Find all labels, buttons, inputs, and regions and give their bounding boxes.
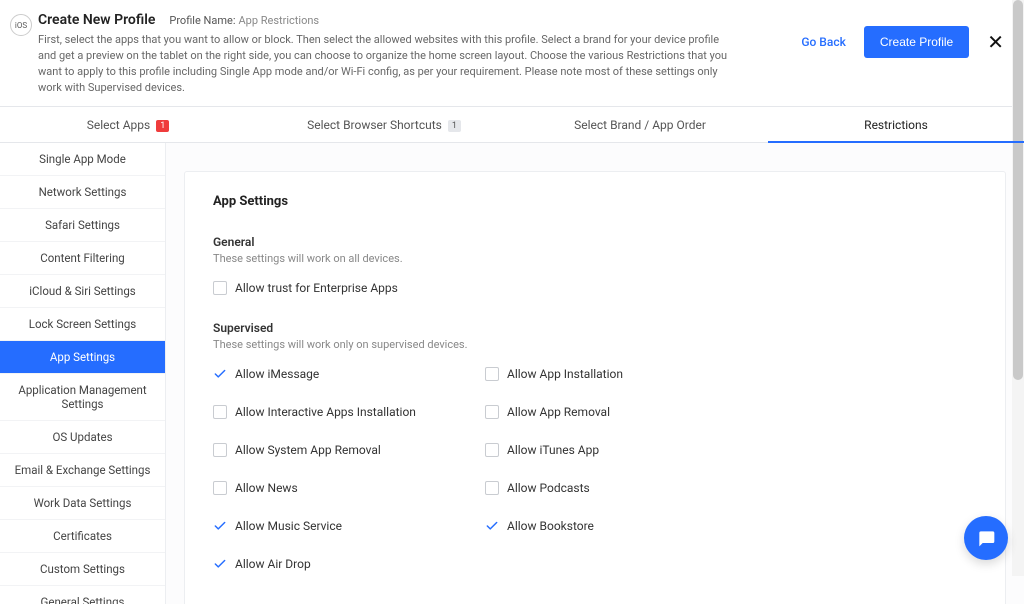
tab-badge: 1 (448, 120, 461, 132)
option-label: Allow iMessage (235, 367, 319, 381)
sidebar-item-network-settings[interactable]: Network Settings (0, 176, 165, 209)
sidebar-item-application-management-settings[interactable]: Application Management Settings (0, 374, 165, 421)
sidebar-item-email-exchange-settings[interactable]: Email & Exchange Settings (0, 454, 165, 487)
option-row: Allow iMessage Allow App Installation Allo… (213, 361, 977, 577)
tab-badge: 1 (156, 120, 169, 132)
checkbox-icon[interactable] (213, 281, 227, 295)
section-title: General (213, 235, 977, 249)
scrollbar-thumb[interactable] (1013, 0, 1023, 380)
tab-label: Select Apps (87, 118, 150, 132)
option-allow-news[interactable]: Allow News (213, 475, 473, 501)
option-row: Allow trust for Enterprise Apps (213, 275, 977, 301)
option-allow-imessage[interactable]: Allow iMessage (213, 361, 473, 387)
checkbox-icon[interactable] (485, 481, 499, 495)
option-label: Allow News (235, 481, 298, 495)
checkbox-icon[interactable] (213, 405, 227, 419)
page-title: Create New Profile (38, 12, 155, 28)
checkbox-icon[interactable] (213, 443, 227, 457)
sidebar-item-single-app-mode[interactable]: Single App Mode (0, 143, 165, 176)
sidebar-item-safari-settings[interactable]: Safari Settings (0, 209, 165, 242)
tab-select-apps[interactable]: Select Apps 1 (0, 107, 256, 142)
scrollbar-track[interactable] (1012, 0, 1024, 576)
option-allow-music-service[interactable]: Allow Music Service (213, 513, 473, 539)
section-subtitle: These settings will work on all devices. (213, 252, 977, 265)
checkbox-icon[interactable] (485, 405, 499, 419)
option-allow-bookstore[interactable]: Allow Bookstore (485, 513, 745, 539)
close-icon[interactable]: ✕ (987, 30, 1004, 54)
option-label: Allow App Removal (507, 405, 610, 419)
checkbox-icon[interactable] (485, 519, 499, 533)
sidebar-item-app-settings[interactable]: App Settings (0, 341, 165, 374)
option-allow-podcasts[interactable]: Allow Podcasts (485, 475, 745, 501)
checkbox-icon[interactable] (213, 557, 227, 571)
option-label: Allow App Installation (507, 367, 623, 381)
tab-restrictions[interactable]: Restrictions (768, 107, 1024, 142)
tab-select-browser-shortcuts[interactable]: Select Browser Shortcuts 1 (256, 107, 512, 142)
settings-panel: App Settings General These settings will … (184, 171, 1006, 604)
option-label: Allow trust for Enterprise Apps (235, 281, 398, 295)
content-area: App Settings General These settings will … (166, 143, 1024, 604)
sidebar-item-content-filtering[interactable]: Content Filtering (0, 242, 165, 275)
checkbox-icon[interactable] (485, 443, 499, 457)
tab-label: Restrictions (864, 118, 928, 132)
header: iOS Create New Profile Profile Name: App… (0, 0, 1024, 107)
sidebar-item-os-updates[interactable]: OS Updates (0, 421, 165, 454)
chat-bubble[interactable] (964, 516, 1008, 560)
tabs: Select Apps1Select Browser Shortcuts1Sel… (0, 107, 1024, 143)
sidebar-item-general-settings[interactable]: General Settings (0, 586, 165, 604)
profile-name-value: App Restrictions (239, 14, 320, 27)
option-label: Allow System App Removal (235, 443, 381, 457)
checkbox-icon[interactable] (213, 519, 227, 533)
option-label: Allow Podcasts (507, 481, 590, 495)
tab-label: Select Browser Shortcuts (307, 118, 442, 132)
option-label: Allow Music Service (235, 519, 342, 533)
option-allow-trust-for-enterprise-apps[interactable]: Allow trust for Enterprise Apps (213, 275, 473, 301)
option-label: Allow Interactive Apps Installation (235, 405, 416, 419)
checkbox-icon[interactable] (213, 481, 227, 495)
option-label: Allow Air Drop (235, 557, 311, 571)
option-label: Allow Bookstore (507, 519, 594, 533)
option-allow-interactive-apps-installation[interactable]: Allow Interactive Apps Installation (213, 399, 473, 425)
tab-select-brand-app-order[interactable]: Select Brand / App Order (512, 107, 768, 142)
platform-badge: iOS (10, 14, 32, 36)
sidebar-item-custom-settings[interactable]: Custom Settings (0, 553, 165, 586)
go-back-link[interactable]: Go Back (801, 35, 846, 49)
sidebar-item-icloud-siri-settings[interactable]: iCloud & Siri Settings (0, 275, 165, 308)
option-allow-app-removal[interactable]: Allow App Removal (485, 399, 745, 425)
create-profile-button[interactable]: Create Profile (864, 26, 969, 58)
tab-label: Select Brand / App Order (574, 118, 706, 132)
sidebar-item-certificates[interactable]: Certificates (0, 520, 165, 553)
sidebar-item-work-data-settings[interactable]: Work Data Settings (0, 487, 165, 520)
section-title: Supervised (213, 321, 977, 335)
panel-title: App Settings (213, 194, 977, 209)
option-allow-app-installation[interactable]: Allow App Installation (485, 361, 745, 387)
section-subtitle: These settings will work only on supervi… (213, 338, 977, 351)
option-label: Allow iTunes App (507, 443, 599, 457)
sidebar: Single App ModeNetwork SettingsSafari Se… (0, 143, 166, 604)
option-allow-air-drop[interactable]: Allow Air Drop (213, 551, 473, 577)
option-allow-system-app-removal[interactable]: Allow System App Removal (213, 437, 473, 463)
header-description: First, select the apps that you want to … (38, 32, 738, 96)
checkbox-icon[interactable] (485, 367, 499, 381)
profile-name-label: Profile Name: (169, 14, 235, 27)
chat-icon (976, 528, 996, 548)
option-allow-itunes-app[interactable]: Allow iTunes App (485, 437, 745, 463)
sidebar-item-lock-screen-settings[interactable]: Lock Screen Settings (0, 308, 165, 341)
checkbox-icon[interactable] (213, 367, 227, 381)
